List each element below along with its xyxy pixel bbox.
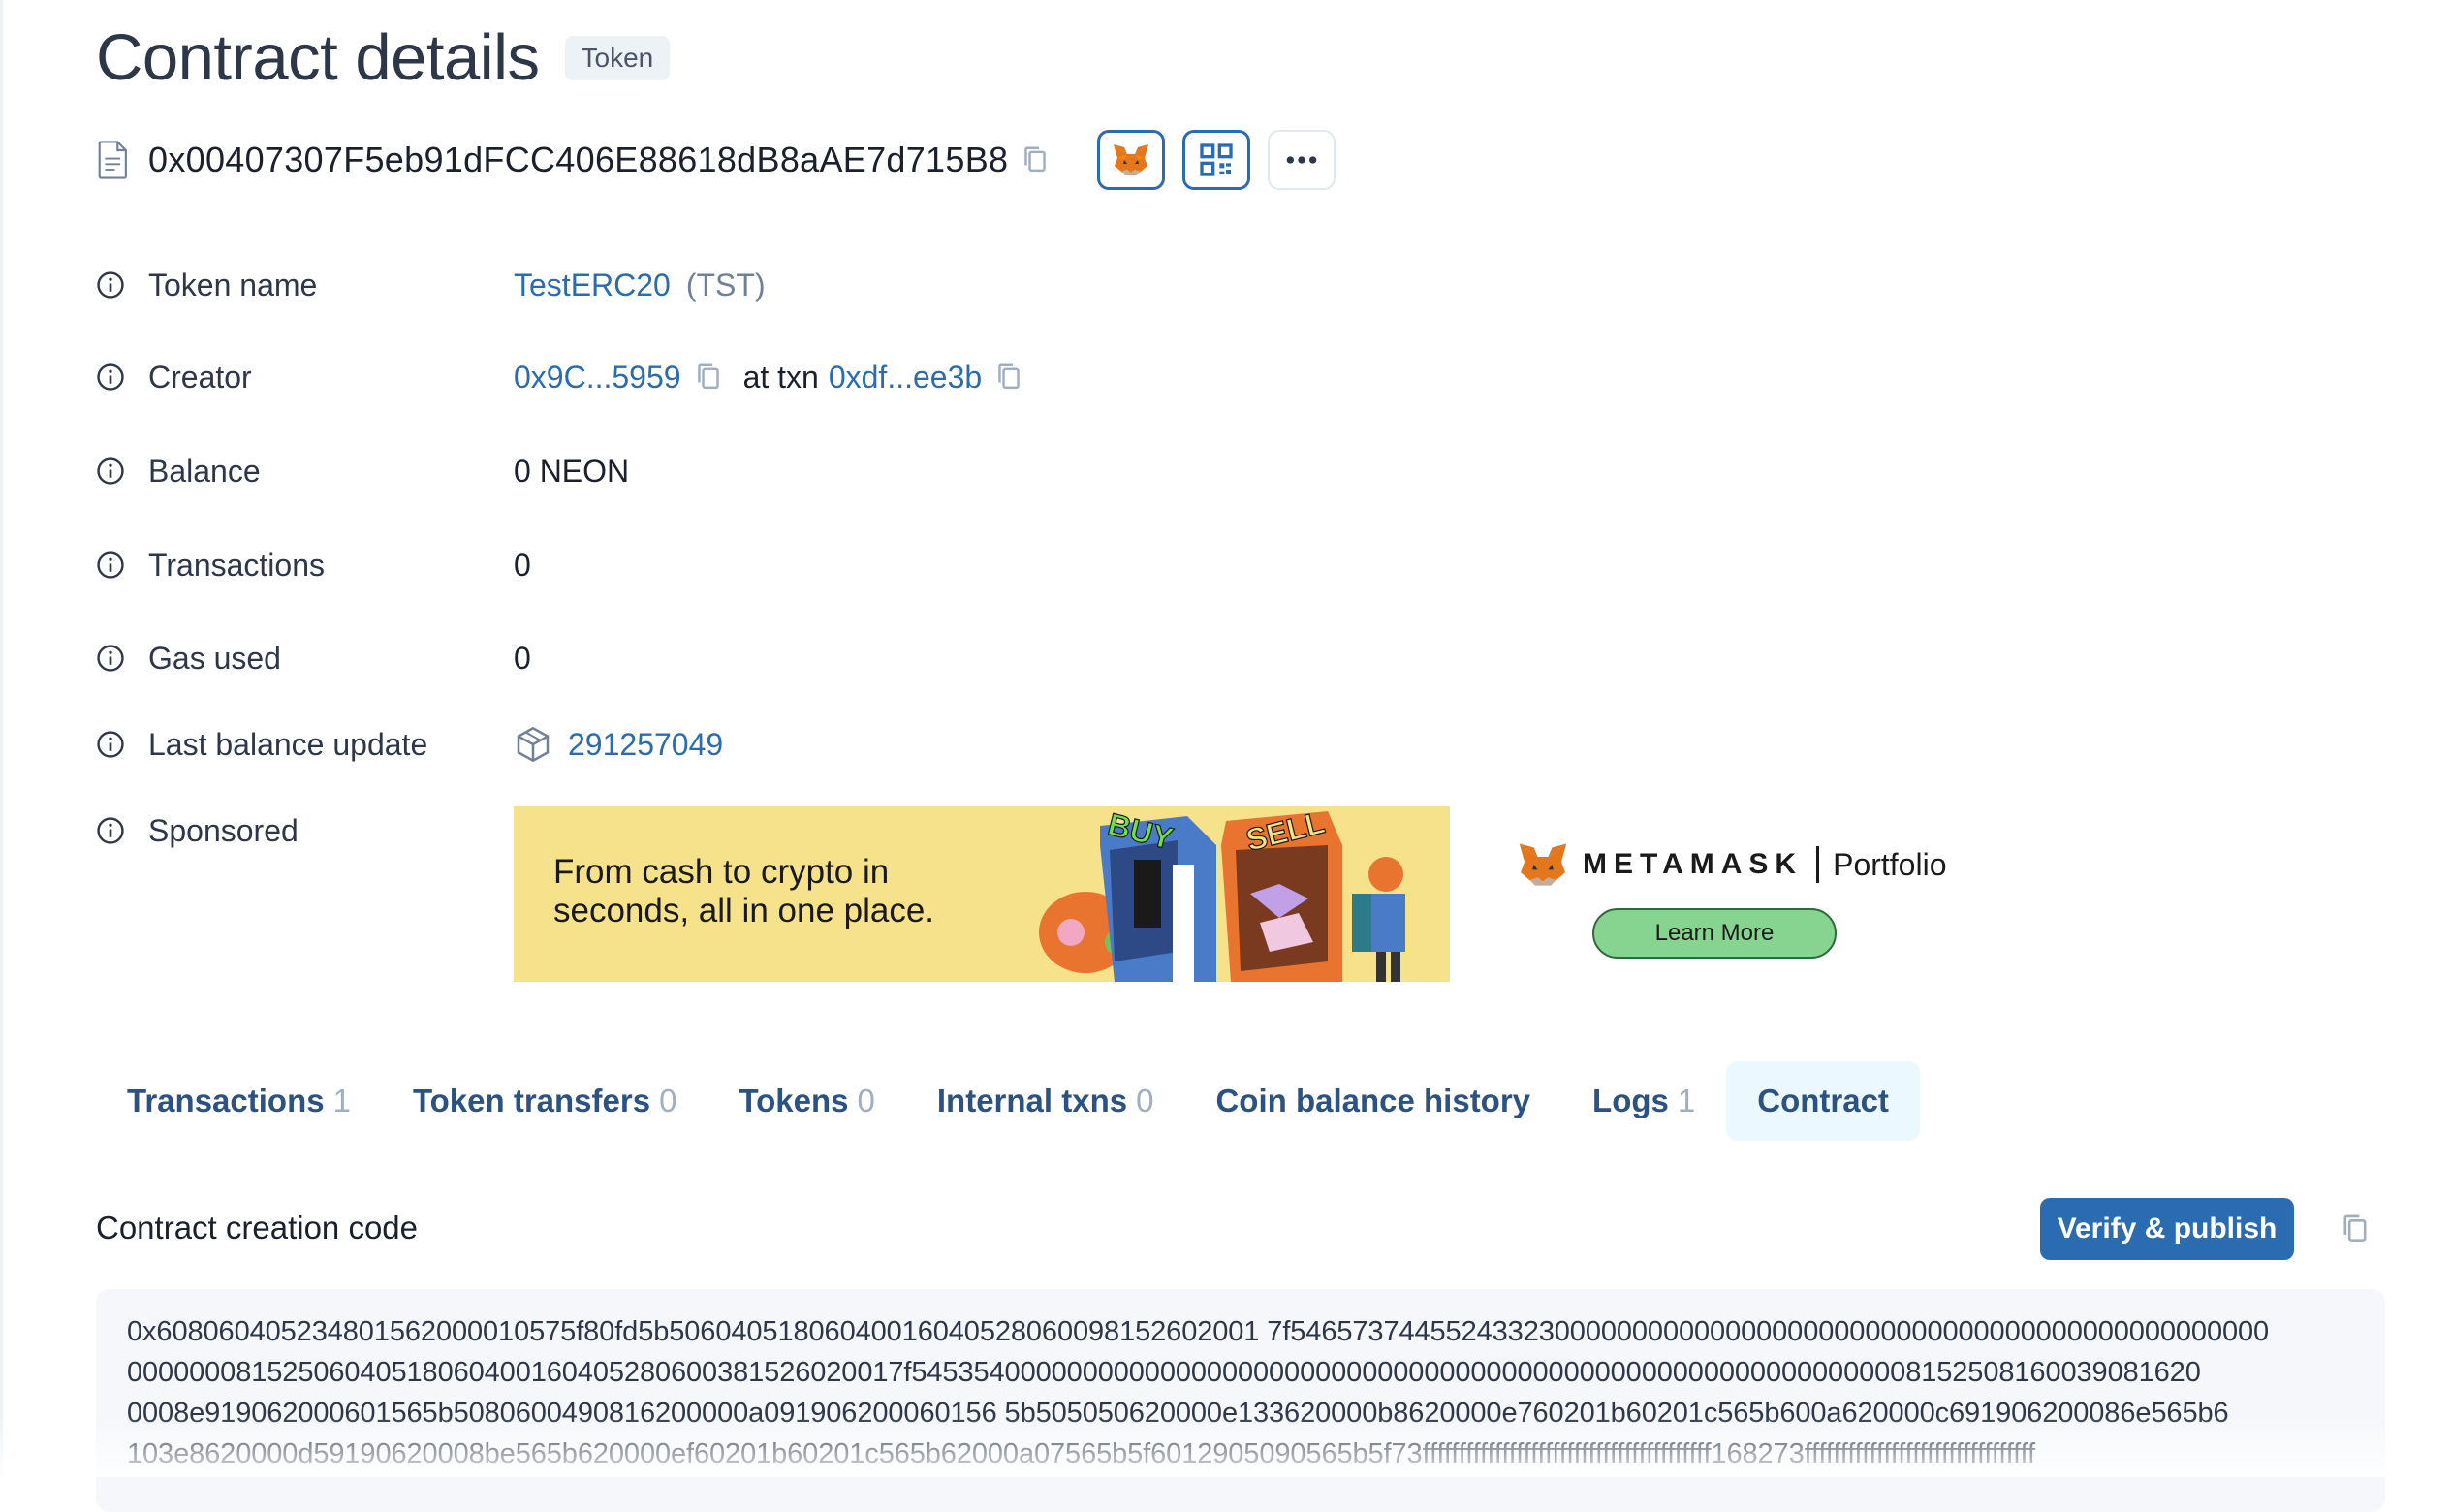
tab-token-transfers[interactable]: Token transfers 0 [382,1061,708,1141]
more-actions-button[interactable] [1268,130,1336,190]
tab-coin-balance-history[interactable]: Coin balance history [1184,1061,1561,1141]
tab-bar: Transactions 1 Token transfers 0 Tokens 0 Inte… [96,1061,1920,1141]
info-icon[interactable] [96,270,125,299]
tab-label: Internal txns [936,1083,1128,1118]
tab-label: Token transfers [412,1083,651,1118]
metamask-fox-logo [1519,843,1567,886]
creator-value: 0x9C...5959 at txn 0xdf...ee3b [514,360,1022,395]
code-line: 0000000815250604051806040016040528060038… [127,1357,2201,1388]
contract-creation-code-title: Contract creation code [96,1210,419,1245]
ad-text-line-2: seconds, all in one place. [553,892,935,929]
gas-used-label: Gas used [148,640,281,676]
tab-count: 0 [857,1083,875,1118]
ad-illustration: BUY SELL [1018,806,1450,982]
qr-code-button[interactable] [1182,130,1251,190]
bottom-fade [0,1415,2452,1477]
sponsored-label: Sponsored [148,812,299,848]
at-txn-text: at txn [742,359,819,394]
tab-label: Tokens [739,1083,849,1118]
tab-transactions[interactable]: Transactions 1 [96,1061,382,1141]
ad-text: From cash to crypto in seconds, all in o… [553,853,934,930]
metamask-wordmark: METAMASK [1583,848,1804,880]
ad-text-line-1: From cash to crypto in [553,853,890,891]
tab-label: Coin balance history [1215,1083,1531,1118]
copy-code-icon[interactable] [2341,1213,2370,1244]
info-icon[interactable] [96,816,125,845]
left-border [0,0,3,1477]
metamask-fox-icon [1114,144,1149,175]
contract-address: 0x00407307F5eb91dFCC406E88618dB8aAE7d715… [148,140,1009,179]
learn-more-button[interactable]: Learn More [1592,908,1837,959]
creation-txn-link[interactable]: 0xdf...ee3b [829,360,982,395]
transactions-label: Transactions [148,547,325,583]
info-icon[interactable] [96,362,125,392]
block-number-link[interactable]: 291257049 [568,727,723,763]
balance-row: Balance 0 NEON [96,447,629,495]
transactions-value: 0 [514,547,531,583]
contract-details-page: Contract details Token 0x00407307F5eb91d… [0,0,2452,1512]
last-balance-update-row: Last balance update 291257049 [96,720,723,769]
tab-internal-txns[interactable]: Internal txns 0 [906,1061,1185,1141]
tab-label: Transactions [127,1083,325,1118]
token-name-value: TestERC20 (TST) [514,268,766,303]
balance-label: Balance [148,453,261,488]
block-cube-icon [517,726,550,763]
info-icon[interactable] [96,457,125,486]
token-name-link[interactable]: TestERC20 [514,268,671,303]
tab-count: 0 [659,1083,677,1118]
sponsored-ad-banner[interactable]: From cash to crypto in seconds, all in o… [514,806,1450,982]
tab-count: 1 [332,1083,351,1118]
token-name-row: Token name TestERC20 (TST) [96,261,766,309]
add-to-metamask-button[interactable] [1097,130,1166,190]
more-horizontal-icon [1286,156,1317,164]
creator-address-link[interactable]: 0x9C...5959 [514,360,681,395]
brand-divider [1816,846,1820,883]
page-title: Contract details [96,21,540,94]
tab-contract[interactable]: Contract [1726,1061,1920,1141]
transactions-row: Transactions 0 [96,541,531,589]
creator-label: Creator [148,359,252,394]
tab-label: Logs [1592,1083,1669,1118]
tab-count: 1 [1677,1083,1696,1118]
tab-count: 0 [1136,1083,1154,1118]
tab-tokens[interactable]: Tokens 0 [707,1061,905,1141]
gas-used-row: Gas used 0 [96,634,531,682]
token-symbol: (TST) [685,267,766,302]
token-badge: Token [564,36,671,80]
copy-txn-icon[interactable] [995,362,1022,392]
portfolio-wordmark: Portfolio [1833,846,1947,882]
tab-label: Contract [1757,1083,1889,1118]
info-icon[interactable] [96,730,125,759]
info-icon[interactable] [96,551,125,580]
token-name-label: Token name [148,267,318,302]
address-row: 0x00407307F5eb91dFCC406E88618dB8aAE7d715… [96,126,1336,194]
contract-document-icon [98,141,127,179]
qr-code-icon [1200,143,1233,176]
copy-address-icon[interactable] [1022,145,1049,174]
last-balance-update-label: Last balance update [148,726,428,762]
info-icon[interactable] [96,644,125,673]
creator-row: Creator 0x9C...5959 at txn 0xdf...ee3b [96,353,1020,401]
contract-code-box: 0x608060405234801562000010575f80fd5b5060… [96,1289,2385,1512]
verify-publish-button[interactable]: Verify & publish [2040,1198,2294,1260]
balance-value: 0 NEON [514,453,630,488]
metamask-portfolio-brand: METAMASK Portfolio [1517,840,1946,889]
last-balance-update-value: 291257049 [514,725,723,764]
title-row: Contract details Token [96,17,671,99]
sponsored-row: Sponsored [96,806,514,855]
gas-used-value: 0 [514,640,531,676]
copy-creator-icon[interactable] [695,362,722,392]
code-line: 0x608060405234801562000010575f80fd5b5060… [127,1316,2270,1347]
tab-logs[interactable]: Logs 1 [1561,1061,1726,1141]
